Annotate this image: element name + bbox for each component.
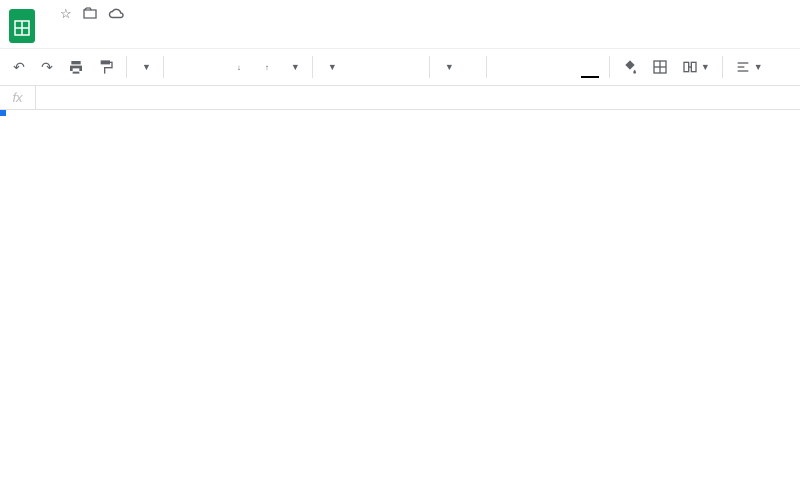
fill-color-button[interactable]: [618, 54, 642, 80]
redo-button[interactable]: ↷: [36, 54, 58, 80]
currency-button[interactable]: [172, 54, 194, 80]
horizontal-align-button[interactable]: ▼: [731, 54, 767, 80]
menu-edit[interactable]: [60, 27, 74, 35]
cloud-icon[interactable]: [108, 6, 126, 25]
move-icon[interactable]: [82, 6, 98, 25]
merge-cells-button[interactable]: ▼: [678, 54, 714, 80]
increase-decimal-button[interactable]: ↑: [256, 54, 278, 80]
bold-button[interactable]: [495, 54, 517, 80]
menu-bar: [44, 25, 196, 35]
formula-bar: fx: [0, 86, 800, 110]
print-button[interactable]: [64, 54, 88, 80]
menu-insert[interactable]: [92, 27, 106, 35]
decrease-decimal-button[interactable]: ↓: [228, 54, 250, 80]
menu-view[interactable]: [76, 27, 90, 35]
text-color-button[interactable]: [579, 54, 601, 80]
borders-button[interactable]: [648, 54, 672, 80]
fill-handle[interactable]: [0, 110, 6, 116]
fx-icon: fx: [0, 86, 36, 109]
menu-tools[interactable]: [140, 27, 154, 35]
sheets-logo-icon: [8, 8, 36, 44]
toolbar: ↶ ↷ ▼ ↓ ↑ ▼ ▼ ▼ ▼ ▼: [0, 48, 800, 86]
menu-data[interactable]: [124, 27, 138, 35]
percent-button[interactable]: [200, 54, 222, 80]
menu-addons[interactable]: [156, 27, 170, 35]
title-bar: ☆: [0, 0, 800, 44]
font-select[interactable]: ▼: [321, 54, 421, 80]
strikethrough-button[interactable]: [551, 54, 573, 80]
menu-format[interactable]: [108, 27, 122, 35]
doc-title[interactable]: [44, 14, 52, 18]
paint-format-button[interactable]: [94, 54, 118, 80]
font-size-select[interactable]: ▼: [438, 54, 478, 80]
menu-help[interactable]: [172, 27, 186, 35]
star-icon[interactable]: ☆: [60, 6, 72, 25]
number-format-select[interactable]: ▼: [284, 54, 304, 80]
italic-button[interactable]: [523, 54, 545, 80]
menu-file[interactable]: [44, 27, 58, 35]
zoom-select[interactable]: ▼: [135, 54, 155, 80]
undo-button[interactable]: ↶: [8, 54, 30, 80]
